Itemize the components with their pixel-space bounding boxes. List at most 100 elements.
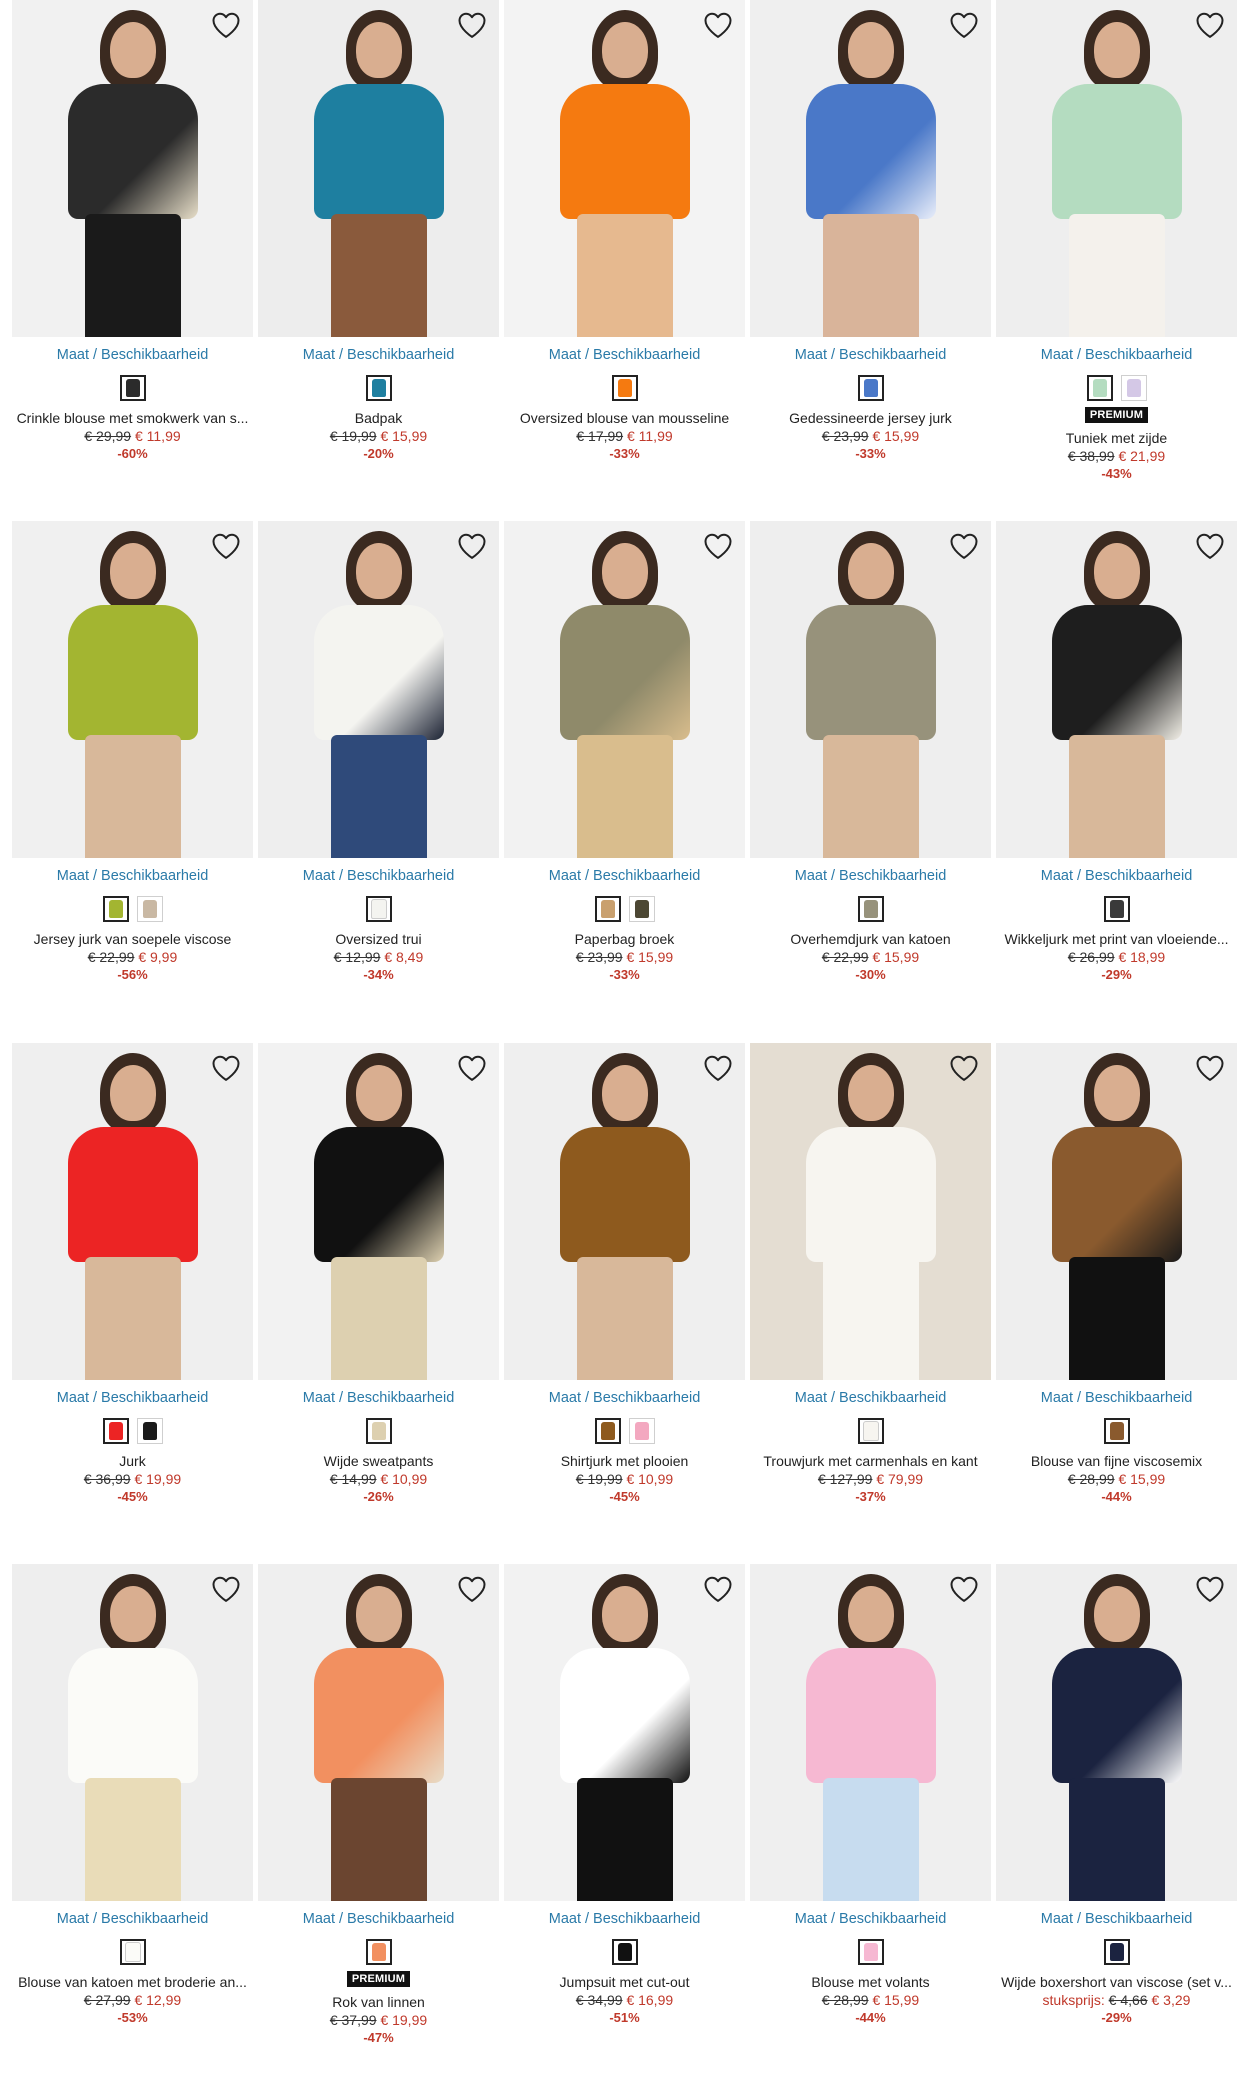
color-swatch[interactable] [102, 896, 129, 922]
wishlist-heart-icon[interactable] [703, 531, 733, 561]
color-swatch[interactable] [365, 375, 392, 401]
product-image[interactable] [996, 1043, 1237, 1380]
product-card[interactable]: Maat / Beschikbaarheid Trouwjurk met carm… [750, 1043, 991, 1504]
product-card[interactable]: Maat / Beschikbaarheid Oversized blouse v… [504, 0, 745, 461]
wishlist-heart-icon[interactable] [457, 10, 487, 40]
wishlist-heart-icon[interactable] [949, 1053, 979, 1083]
product-name[interactable]: Badpak [258, 410, 499, 426]
product-name[interactable]: Wijde boxershort van viscose (set v... [996, 1974, 1237, 1990]
wishlist-heart-icon[interactable] [949, 531, 979, 561]
product-image[interactable] [504, 521, 745, 858]
product-name[interactable]: Blouse van fijne viscosemix [996, 1453, 1237, 1469]
wishlist-heart-icon[interactable] [703, 10, 733, 40]
product-image[interactable] [996, 521, 1237, 858]
color-swatch[interactable] [611, 1939, 638, 1965]
product-name[interactable]: Blouse van katoen met broderie an... [12, 1974, 253, 1990]
product-name[interactable]: Wijde sweatpants [258, 1453, 499, 1469]
color-swatch[interactable] [365, 1418, 392, 1444]
size-availability-link[interactable]: Maat / Beschikbaarheid [12, 1911, 253, 1929]
color-swatch[interactable] [857, 1939, 884, 1965]
size-availability-link[interactable]: Maat / Beschikbaarheid [258, 868, 499, 886]
product-image[interactable] [258, 521, 499, 858]
product-image[interactable] [258, 1564, 499, 1901]
product-image[interactable] [504, 0, 745, 337]
size-availability-link[interactable]: Maat / Beschikbaarheid [258, 347, 499, 365]
product-name[interactable]: Wikkeljurk met print van vloeiende... [996, 931, 1237, 947]
product-card[interactable]: Maat / Beschikbaarheid Badpak € 19,99 € 15… [258, 0, 499, 461]
wishlist-heart-icon[interactable] [211, 1053, 241, 1083]
product-name[interactable]: Tuniek met zijde [996, 430, 1237, 446]
product-name[interactable]: Gedessineerde jersey jurk [750, 410, 991, 426]
color-swatch[interactable] [119, 375, 146, 401]
product-card[interactable]: Maat / Beschikbaarheid Shirtjurk met ploo… [504, 1043, 745, 1504]
color-swatch[interactable] [1103, 1418, 1130, 1444]
product-name[interactable]: Crinkle blouse met smokwerk van s... [12, 410, 253, 426]
color-swatch[interactable] [857, 1418, 884, 1444]
product-image[interactable] [258, 1043, 499, 1380]
color-swatch[interactable] [594, 896, 621, 922]
size-availability-link[interactable]: Maat / Beschikbaarheid [996, 1390, 1237, 1408]
product-card[interactable]: Maat / Beschikbaarheid Blouse van fijne v… [996, 1043, 1237, 1504]
product-image[interactable] [996, 0, 1237, 337]
wishlist-heart-icon[interactable] [1195, 531, 1225, 561]
size-availability-link[interactable]: Maat / Beschikbaarheid [750, 868, 991, 886]
color-swatch[interactable] [628, 1418, 655, 1444]
product-image[interactable] [750, 1043, 991, 1380]
product-name[interactable]: Blouse met volants [750, 1974, 991, 1990]
product-name[interactable]: Jurk [12, 1453, 253, 1469]
product-image[interactable] [12, 1043, 253, 1380]
product-image[interactable] [750, 1564, 991, 1901]
product-image[interactable] [750, 0, 991, 337]
product-card[interactable]: Maat / Beschikbaarheid Wijde boxershort v… [996, 1564, 1237, 2025]
product-card[interactable]: Maat / Beschikbaarheid PREMIUM Rok van lin… [258, 1564, 499, 2045]
wishlist-heart-icon[interactable] [211, 1574, 241, 1604]
wishlist-heart-icon[interactable] [457, 1574, 487, 1604]
color-swatch[interactable] [102, 1418, 129, 1444]
wishlist-heart-icon[interactable] [211, 10, 241, 40]
product-image[interactable] [12, 1564, 253, 1901]
product-card[interactable]: Maat / Beschikbaarheid Jumpsuit met cut-o… [504, 1564, 745, 2025]
color-swatch[interactable] [365, 1939, 392, 1965]
size-availability-link[interactable]: Maat / Beschikbaarheid [12, 1390, 253, 1408]
color-swatch[interactable] [1103, 1939, 1130, 1965]
size-availability-link[interactable]: Maat / Beschikbaarheid [258, 1911, 499, 1929]
color-swatch[interactable] [857, 375, 884, 401]
product-card[interactable]: Maat / Beschikbaarheid Wikkeljurk met pri… [996, 521, 1237, 982]
size-availability-link[interactable]: Maat / Beschikbaarheid [750, 347, 991, 365]
wishlist-heart-icon[interactable] [457, 1053, 487, 1083]
product-card[interactable]: Maat / Beschikbaarheid Crinkle blouse met… [12, 0, 253, 461]
wishlist-heart-icon[interactable] [1195, 1574, 1225, 1604]
size-availability-link[interactable]: Maat / Beschikbaarheid [504, 1911, 745, 1929]
wishlist-heart-icon[interactable] [211, 531, 241, 561]
size-availability-link[interactable]: Maat / Beschikbaarheid [504, 868, 745, 886]
product-card[interactable]: Maat / Beschikbaarheid PREMIUM Tuniek met … [996, 0, 1237, 481]
color-swatch[interactable] [136, 896, 163, 922]
product-image[interactable] [996, 1564, 1237, 1901]
color-swatch[interactable] [857, 896, 884, 922]
product-card[interactable]: Maat / Beschikbaarheid Jersey jurk van so… [12, 521, 253, 982]
size-availability-link[interactable]: Maat / Beschikbaarheid [996, 1911, 1237, 1929]
product-image[interactable] [12, 521, 253, 858]
product-card[interactable]: Maat / Beschikbaarheid Wijde sweatpants € … [258, 1043, 499, 1504]
size-availability-link[interactable]: Maat / Beschikbaarheid [996, 347, 1237, 365]
product-image[interactable] [504, 1043, 745, 1380]
color-swatch[interactable] [611, 375, 638, 401]
product-card[interactable]: Maat / Beschikbaarheid Overhemdjurk van k… [750, 521, 991, 982]
size-availability-link[interactable]: Maat / Beschikbaarheid [504, 1390, 745, 1408]
product-name[interactable]: Trouwjurk met carmenhals en kant [750, 1453, 991, 1469]
product-name[interactable]: Shirtjurk met plooien [504, 1453, 745, 1469]
wishlist-heart-icon[interactable] [1195, 1053, 1225, 1083]
product-card[interactable]: Maat / Beschikbaarheid Gedessineerde jers… [750, 0, 991, 461]
size-availability-link[interactable]: Maat / Beschikbaarheid [750, 1390, 991, 1408]
product-card[interactable]: Maat / Beschikbaarheid Paperbag broek € 23… [504, 521, 745, 982]
product-name[interactable]: Jumpsuit met cut-out [504, 1974, 745, 1990]
color-swatch[interactable] [1086, 375, 1113, 401]
product-name[interactable]: Jersey jurk van soepele viscose [12, 931, 253, 947]
color-swatch[interactable] [119, 1939, 146, 1965]
size-availability-link[interactable]: Maat / Beschikbaarheid [12, 868, 253, 886]
product-card[interactable]: Maat / Beschikbaarheid Jurk € 36,99 € 19,9… [12, 1043, 253, 1504]
product-card[interactable]: Maat / Beschikbaarheid Oversized trui € 12… [258, 521, 499, 982]
color-swatch[interactable] [1120, 375, 1147, 401]
color-swatch[interactable] [594, 1418, 621, 1444]
wishlist-heart-icon[interactable] [703, 1053, 733, 1083]
